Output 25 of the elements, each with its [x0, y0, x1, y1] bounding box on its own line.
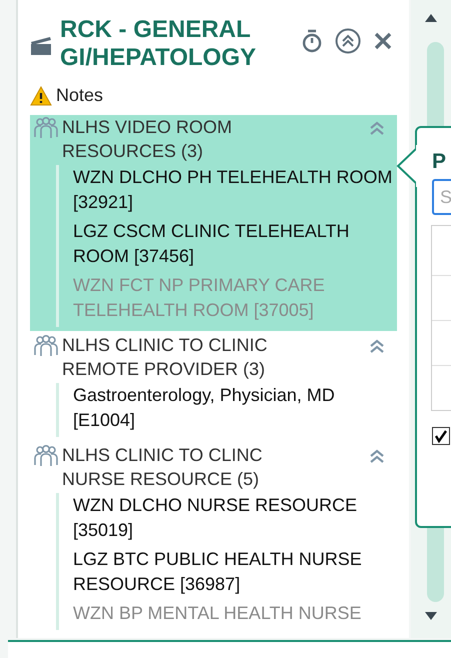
clapperboard-icon [30, 36, 52, 56]
checkbox[interactable] [432, 427, 450, 445]
notes-label[interactable]: Notes [56, 82, 104, 109]
stopwatch-icon[interactable] [301, 29, 323, 53]
collapse-all-icon[interactable] [335, 28, 361, 54]
panel-title: RCK - GENERAL GI/HEPATOLOGY [60, 16, 258, 72]
resource-item[interactable]: Gastroenterology, Physician, MD [E1004] [73, 383, 393, 437]
scroll-down-icon[interactable] [425, 612, 437, 620]
people-icon [34, 445, 58, 467]
people-icon [34, 335, 58, 357]
collapse-icon[interactable] [369, 339, 385, 353]
group-header[interactable]: NLHS CLINIC TO CLINC NURSE RESOURCE (5) [62, 443, 292, 491]
popover-title: P [432, 149, 446, 175]
group-header[interactable]: NLHS VIDEO ROOM RESOURCES (3) [62, 115, 292, 163]
scroll-up-icon[interactable] [425, 14, 437, 22]
warning-icon [30, 86, 52, 106]
resource-item[interactable]: WZN DLCHO PH TELEHEALTH ROOM [32921] [73, 165, 393, 219]
search-field[interactable]: S [432, 179, 451, 215]
collapse-icon[interactable] [369, 449, 385, 463]
people-icon [34, 117, 58, 139]
resource-item[interactable]: LGZ BTC PUBLIC HEALTH NURSE RESOURCE [36987] [73, 547, 393, 601]
group-header[interactable]: NLHS CLINIC TO CLINIC REMOTE PROVIDER (3) [62, 333, 292, 381]
resource-item[interactable]: WZN DLCHO NURSE RESOURCE [35019] [73, 493, 393, 547]
resource-item[interactable]: LGZ CSCM CLINIC TELEHEALTH ROOM [37456] [73, 219, 393, 273]
close-icon[interactable] [373, 31, 393, 51]
